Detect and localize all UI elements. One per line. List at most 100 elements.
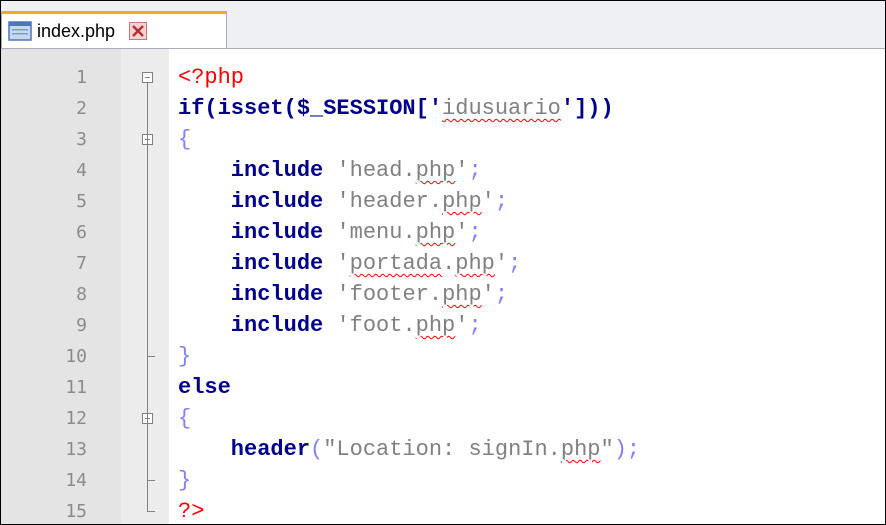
close-icon[interactable] [129, 22, 148, 40]
code-token: ; [468, 220, 482, 245]
code-token: ; [468, 313, 482, 338]
line-number: 4 [76, 160, 87, 181]
code-text: if(isset($_SESSION['idusuario'])) [178, 93, 614, 124]
code-text: include 'footer.php'; [178, 279, 508, 310]
code-line[interactable]: 3{ [1, 124, 885, 155]
code-token: ' [481, 282, 495, 307]
line-number: 1 [76, 67, 87, 88]
code-token: include [178, 251, 337, 276]
code-token: ; [468, 158, 482, 183]
code-token: include [178, 220, 337, 245]
tab-index-php[interactable]: index.php [1, 11, 227, 48]
code-token: header [178, 437, 311, 462]
code-text: header("Location: signIn.php"); [178, 434, 640, 465]
code-text: } [178, 341, 191, 372]
tab-bar: index.php [1, 1, 885, 49]
code-line[interactable]: 13 header("Location: signIn.php"); [1, 434, 885, 465]
code-line[interactable]: 12 { [1, 403, 885, 434]
code-text: ?> [178, 496, 205, 524]
code-token: ' [494, 251, 509, 276]
code-text: include 'menu.php'; [178, 217, 482, 248]
code-line[interactable]: 8 include 'footer.php'; [1, 279, 885, 310]
code-line[interactable]: 9 include 'foot.php'; [1, 310, 885, 341]
code-token: 'menu. [336, 220, 416, 245]
line-number: 6 [76, 222, 87, 243]
line-number: 5 [76, 191, 87, 212]
code-token: { [178, 127, 192, 152]
code-token: '])) [560, 96, 614, 121]
code-token: } [178, 468, 192, 493]
code-token: 'head. [336, 158, 416, 183]
code-token: php [415, 158, 456, 183]
fold-guide-line [147, 83, 148, 511]
code-token: php [415, 220, 456, 245]
fold-toggle-icon[interactable] [142, 72, 153, 83]
code-token: include [178, 313, 337, 338]
code-text: include 'head.php'; [178, 155, 482, 186]
code-text: else [178, 372, 231, 403]
code-text: include 'portada.php'; [178, 248, 521, 279]
code-token: ' [481, 189, 495, 214]
code-line[interactable]: 4 include 'head.php'; [1, 155, 885, 186]
code-line[interactable]: 10} [1, 341, 885, 372]
code-token: { [178, 406, 192, 431]
code-token: ; [508, 251, 522, 276]
line-number: 2 [76, 98, 87, 119]
code-token: ' [455, 220, 469, 245]
code-token: if(isset($_SESSION[' [178, 96, 443, 121]
code-token: ?> [178, 499, 205, 524]
code-token: ' [336, 251, 350, 276]
code-token: include [178, 189, 337, 214]
fold-end-marker [147, 356, 155, 357]
code-line[interactable]: 11 else [1, 372, 885, 403]
fold-end-marker [147, 511, 155, 512]
code-token: ; [494, 189, 509, 214]
code-text: } [178, 465, 191, 496]
line-number: 10 [65, 346, 87, 367]
code-token: php [560, 437, 601, 462]
code-token: include [178, 158, 337, 183]
code-token: "Location: signIn. [323, 437, 561, 462]
code-token: php [442, 189, 482, 214]
code-token: include [178, 282, 337, 307]
fold-end-marker [147, 480, 155, 481]
line-number: 7 [76, 253, 87, 274]
code-line[interactable]: 2 if(isset($_SESSION['idusuario'])) [1, 93, 885, 124]
code-token: php [442, 282, 482, 307]
code-token: else [178, 375, 231, 400]
code-line[interactable]: 14} [1, 465, 885, 496]
code-token: php [415, 313, 456, 338]
code-token: ( [310, 437, 324, 462]
code-text: { [178, 403, 191, 434]
line-number: 8 [76, 284, 87, 305]
code-token: ); [613, 437, 641, 462]
code-text: <?php [178, 62, 244, 93]
line-number: 12 [65, 408, 87, 429]
code-editor[interactable]: 1 <?php 2 if(isset($_SESSION['idusuario']))… [1, 49, 885, 524]
line-number: 9 [76, 315, 87, 336]
code-token: portada [349, 251, 443, 276]
tab-label: index.php [37, 20, 116, 41]
code-text: include 'header.php'; [178, 186, 508, 217]
code-line[interactable]: 15 ?> [1, 496, 885, 524]
line-number: 11 [65, 377, 87, 398]
code-token: } [178, 344, 192, 369]
code-text: { [178, 124, 191, 155]
code-line[interactable]: 6 include 'menu.php'; [1, 217, 885, 248]
code-token: ' [455, 158, 469, 183]
file-icon [8, 21, 32, 41]
code-token: ' [455, 313, 469, 338]
line-number: 3 [76, 129, 87, 150]
code-token: 'header. [336, 189, 443, 214]
code-line[interactable]: 7 include 'portada.php'; [1, 248, 885, 279]
code-token: ; [494, 282, 509, 307]
editor-window: index.php 1 <?php 2 if(isset($_SESSION['idu… [0, 0, 886, 525]
code-line[interactable]: 1 <?php [1, 62, 885, 93]
code-text: include 'foot.php'; [178, 310, 482, 341]
code-token: <?php [178, 65, 245, 90]
code-line[interactable]: 5 include 'header.php'; [1, 186, 885, 217]
code-token: 'foot. [336, 313, 416, 338]
code-token: php [455, 251, 495, 276]
line-number: 15 [65, 501, 87, 522]
code-token: " [600, 437, 614, 462]
